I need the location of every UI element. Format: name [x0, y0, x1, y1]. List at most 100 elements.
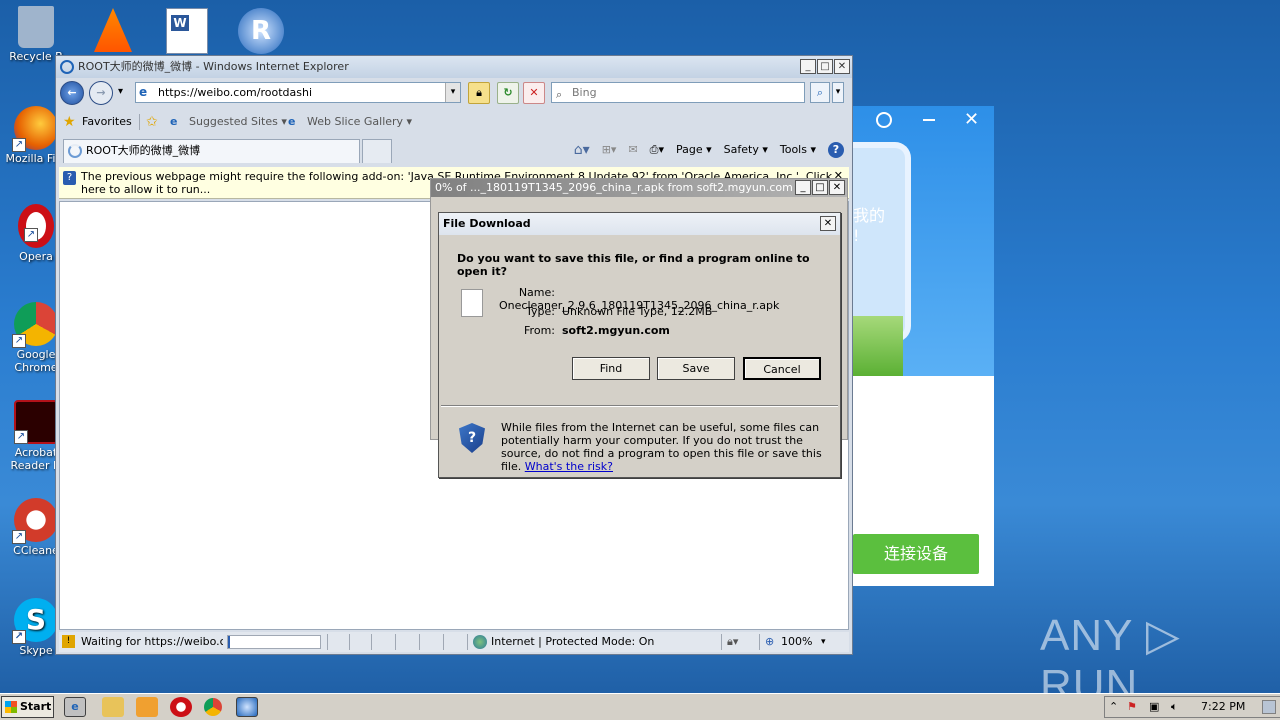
new-tab-button[interactable]	[362, 139, 392, 163]
status-warning-icon: !	[62, 635, 75, 648]
taskbar-ie-button[interactable]: e	[64, 697, 86, 717]
vlc-icon[interactable]	[94, 8, 132, 52]
skype-icon: S ↗	[12, 598, 58, 644]
word-doc-icon[interactable]: W	[166, 8, 208, 54]
ie-page-icon: e	[139, 85, 148, 99]
download-question: Do you want to save this file, or find a…	[457, 252, 810, 278]
tab-command-row: ROOT大师的微博_微博 ⌂▾ ⊞▾ ✉ ⎙▾ Page ▾ Safety ▾ …	[56, 136, 852, 164]
back-button[interactable]: ←	[60, 81, 84, 105]
tab-weibo[interactable]: ROOT大师的微博_微博	[63, 139, 360, 163]
window-title: ROOT大师的微博_微博 - Windows Internet Explorer	[78, 60, 349, 73]
file-download-titlebar: File Download ✕	[439, 213, 840, 235]
progress-close-button[interactable]: ✕	[829, 180, 845, 195]
search-input[interactable]: ⌕ Bing	[551, 82, 805, 103]
opera-icon: ↗	[18, 204, 54, 248]
clock[interactable]: 7:22 PM	[1201, 697, 1245, 717]
recent-pages-dropdown[interactable]: ▾	[118, 86, 123, 97]
tray-expand-icon[interactable]: ⌃	[1109, 697, 1118, 717]
file-download-dialog: File Download ✕ Do you want to save this…	[438, 212, 841, 478]
zone-text[interactable]: Internet | Protected Mode: On	[491, 632, 654, 652]
connect-device-button[interactable]: 连接设备	[853, 534, 979, 574]
find-button[interactable]: Find	[572, 357, 650, 380]
show-desktop-button[interactable]	[1262, 700, 1276, 714]
app-close-icon[interactable]: ✕	[964, 109, 979, 130]
app-banner-text: 我的!	[853, 206, 886, 245]
file-type-value: Unknown File Type, 12.2MB	[562, 305, 713, 318]
status-text: Waiting for https://weibo.com/rootdashi	[81, 635, 223, 648]
favorites-bar: ★ Favorites ✩ e Suggested Sites ▾ e Web …	[56, 108, 852, 136]
taskbar: Start e ⌃ ⚑ ▣ 🔈︎ 7:22 PM	[0, 693, 1280, 720]
taskbar-media-player-icon[interactable]	[136, 697, 158, 717]
background-app-window: ✕ 我的! 连接设备	[853, 106, 994, 586]
security-shield-icon: ?	[459, 423, 485, 453]
forward-button[interactable]: →	[89, 81, 113, 105]
refresh-icon[interactable]: ↻	[497, 82, 519, 104]
favorites-star-icon: ★	[63, 114, 76, 130]
command-bar: ⌂▾ ⊞▾ ✉ ⎙▾ Page ▾ Safety ▾ Tools ▾ ?	[574, 136, 844, 164]
grass-illustration	[853, 316, 903, 376]
info-shield-icon: ?	[63, 171, 76, 185]
page-menu[interactable]: Page ▾	[676, 136, 712, 164]
tray-flag-icon[interactable]: ⚑	[1127, 697, 1137, 717]
recycle-bin-icon	[18, 6, 54, 48]
minimize-button[interactable]: _	[800, 59, 816, 74]
windows-logo-icon	[5, 701, 17, 713]
app-banner: ✕ 我的!	[853, 106, 994, 376]
feeds-icon[interactable]: ⊞▾	[602, 136, 617, 164]
start-button[interactable]: Start	[1, 696, 54, 718]
close-button[interactable]: ✕	[834, 59, 850, 74]
tray-volume-icon[interactable]: 🔈︎	[1171, 697, 1178, 717]
file-from-value: soft2.mgyun.com	[562, 324, 670, 337]
favorites-button[interactable]: Favorites	[82, 108, 132, 136]
home-icon[interactable]: ⌂▾	[574, 136, 590, 164]
app-minimize-icon[interactable]	[923, 119, 935, 121]
maximize-button[interactable]: □	[817, 59, 833, 74]
dialog-close-button[interactable]: ✕	[820, 216, 836, 231]
address-bar-row: ← → ▾ e https://weibo.com/rootdashi ▾ 🔒︎…	[56, 78, 852, 108]
r-icon[interactable]: R	[238, 8, 284, 54]
file-from-row: From: soft2.mgyun.com	[499, 324, 670, 337]
whats-the-risk-link[interactable]: What's the risk?	[525, 460, 613, 473]
file-icon	[461, 289, 483, 317]
progress-minimize-button[interactable]: _	[795, 180, 811, 195]
app-settings-icon[interactable]	[876, 112, 892, 128]
web-slice-gallery-link[interactable]: Web Slice Gallery ▾	[307, 108, 412, 136]
progress-bar	[227, 635, 321, 649]
ccleaner-icon: ↗	[12, 498, 58, 544]
tray-network-icon[interactable]: ▣	[1149, 697, 1159, 717]
dialog-separator	[441, 405, 838, 407]
progress-dialog-title: 0% of ..._180119T1345_2096_china_r.apk f…	[431, 179, 847, 197]
suggested-sites-link[interactable]: Suggested Sites ▾	[189, 108, 287, 136]
tools-menu[interactable]: Tools ▾	[780, 136, 816, 164]
url-input[interactable]: e https://weibo.com/rootdashi ▾	[135, 82, 461, 103]
stop-icon[interactable]: ✕	[523, 82, 545, 104]
help-menu[interactable]: ?	[828, 142, 844, 158]
acrobat-icon: ↗	[14, 400, 58, 444]
cancel-button[interactable]: Cancel	[743, 357, 821, 380]
search-button[interactable]: ⌕	[810, 82, 830, 103]
name-label: Name:	[518, 286, 555, 299]
zoom-dropdown[interactable]: ▾	[821, 632, 826, 652]
protected-mode-icon[interactable]: 🔒︎▾	[727, 632, 738, 652]
zoom-icon: ⊕	[765, 635, 775, 648]
save-button[interactable]: Save	[657, 357, 735, 380]
ie-titlebar: ROOT大师的微博_微博 - Windows Internet Explorer…	[56, 56, 852, 78]
search-options-dropdown[interactable]: ▾	[832, 82, 844, 103]
zoom-level[interactable]: 100%	[781, 632, 812, 652]
lock-icon[interactable]: 🔒︎	[468, 82, 490, 104]
taskbar-opera-icon[interactable]	[170, 697, 192, 717]
web-slice-icon: e	[288, 115, 296, 128]
print-icon[interactable]: ⎙▾	[650, 136, 664, 164]
mail-icon[interactable]: ✉	[628, 136, 637, 164]
loading-icon	[68, 144, 82, 158]
taskbar-explorer-icon[interactable]	[102, 697, 124, 717]
chrome-icon: ↗	[12, 302, 58, 348]
taskbar-chrome-icon[interactable]	[204, 698, 222, 716]
add-favorites-icon[interactable]: ✩	[146, 108, 158, 136]
internet-zone-icon	[473, 635, 487, 649]
progress-maximize-button[interactable]: □	[812, 180, 828, 195]
url-dropdown-button[interactable]: ▾	[445, 83, 460, 102]
taskbar-r-icon[interactable]	[236, 697, 258, 717]
status-bar: ! Waiting for https://weibo.com/rootdash…	[59, 632, 849, 652]
safety-menu[interactable]: Safety ▾	[724, 136, 768, 164]
